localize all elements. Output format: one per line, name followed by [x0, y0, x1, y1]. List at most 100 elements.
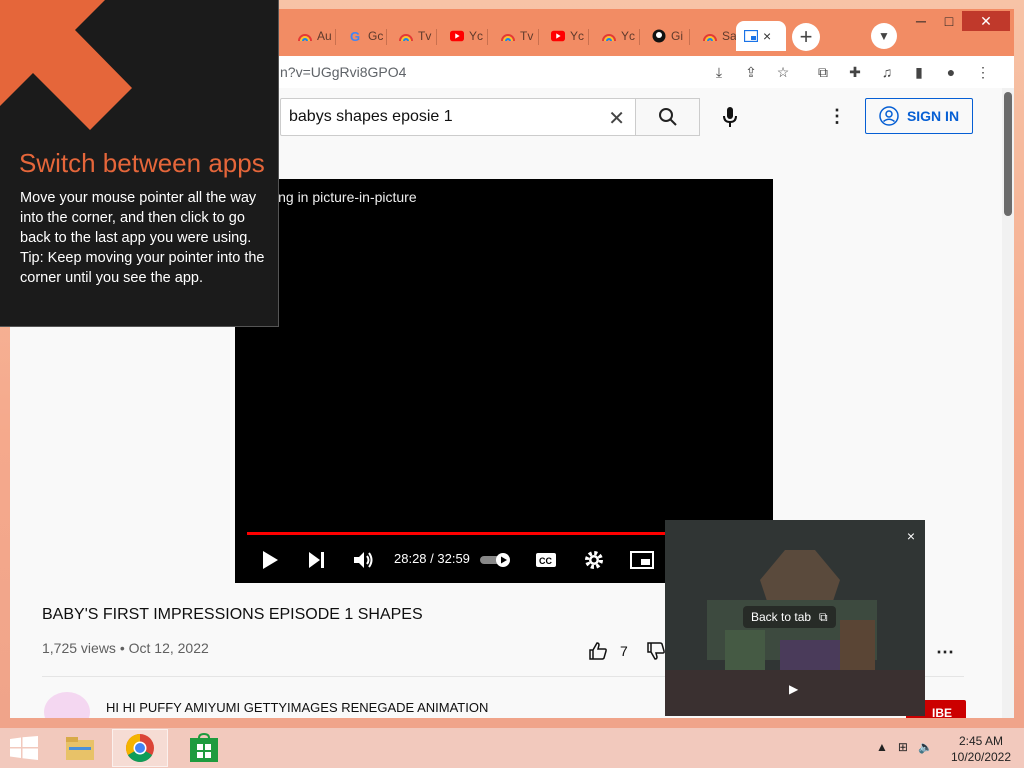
youtube-icon — [450, 29, 464, 43]
browser-tab[interactable]: Gi — [644, 21, 690, 51]
browser-tab[interactable]: Tv — [391, 21, 437, 51]
tab-active[interactable]: × — [736, 21, 786, 51]
show-hidden-icons-icon[interactable]: ▲ — [876, 740, 888, 754]
system-tray: ▲ ⊞ 🔈 — [876, 740, 933, 754]
play-icon[interactable] — [257, 547, 283, 573]
search-query: babys shapes eposie 1 — [289, 108, 453, 125]
tab-label: Yc — [621, 29, 636, 43]
switch-apps-tip: Switch between apps Move your mouse poin… — [0, 0, 279, 327]
channel-name[interactable]: HI HI PUFFY AMIYUMI GETTYIMAGES RENEGADE… — [106, 700, 488, 715]
address-bar[interactable]: n?v=UGgRvi8GPO4 — [280, 64, 406, 80]
folder-icon — [66, 737, 94, 760]
tab-label: Tv — [418, 29, 432, 43]
back-to-tab-label: Back to tab — [751, 610, 812, 624]
captions-icon[interactable]: CC — [533, 547, 559, 573]
install-icon[interactable]: ⤓ — [709, 62, 729, 82]
rainbow-icon — [703, 29, 717, 43]
sign-in-button[interactable]: SIGN IN — [865, 98, 973, 134]
side-panel-icon[interactable]: ▮ — [909, 62, 929, 82]
picture-in-picture-window[interactable]: × Back to tab ⧉ ▶ — [665, 520, 925, 716]
browser-tab[interactable]: Yc — [543, 21, 589, 51]
speaker-icon[interactable]: 🔈 — [918, 740, 933, 754]
tip-body: Move your mouse pointer all the way into… — [20, 188, 265, 288]
search-button[interactable] — [636, 98, 700, 136]
scrollbar-thumb[interactable] — [1004, 92, 1012, 216]
taskbar-store[interactable] — [176, 729, 232, 767]
windows-logo-icon — [10, 736, 38, 760]
taskbar-chrome[interactable] — [112, 729, 168, 767]
browser-tab[interactable]: Tv — [493, 21, 539, 51]
sign-in-label: SIGN IN — [906, 108, 960, 124]
tip-text-2: Tip: Keep moving your pointer into the c… — [20, 250, 265, 286]
tab-label: Gc — [368, 29, 384, 43]
maximize-button[interactable]: □ — [932, 11, 966, 31]
extensions-puzzle-icon[interactable]: ✚ — [845, 62, 865, 82]
tab-search-button[interactable]: ▼ — [871, 23, 897, 49]
search-icon — [658, 108, 677, 126]
extension-app-icon[interactable]: ⧉ — [813, 62, 833, 82]
next-icon[interactable] — [304, 547, 330, 573]
tab-close-icon[interactable]: × — [763, 28, 771, 44]
store-icon — [190, 733, 218, 762]
tab-separator — [689, 29, 690, 45]
clock-date: 10/20/2022 — [950, 750, 1012, 764]
microphone-icon — [723, 107, 737, 127]
chevron-down-icon: ▼ — [878, 29, 890, 43]
settings-menu-icon[interactable]: ⋮ — [828, 106, 846, 127]
voice-search-button[interactable] — [716, 103, 744, 131]
clock[interactable]: 2:45 AM 10/20/2022 — [944, 733, 1018, 765]
profile-icon[interactable]: ● — [941, 62, 961, 82]
like-count: 7 — [620, 643, 628, 659]
page-scrollbar[interactable] — [1002, 88, 1014, 718]
pip-close-icon[interactable]: × — [907, 528, 915, 544]
tab-separator — [335, 29, 336, 45]
media-control-icon[interactable]: ♫ — [877, 62, 897, 82]
browser-tab[interactable]: Au — [290, 21, 336, 51]
browser-tab[interactable]: Yc — [594, 21, 640, 51]
volume-icon[interactable] — [351, 547, 377, 573]
tab-label: Tv — [520, 29, 534, 43]
browser-tab[interactable]: G Gc — [341, 21, 387, 51]
tab-separator — [588, 29, 589, 45]
tip-text-1: Move your mouse pointer all the way into… — [20, 190, 257, 246]
tip-title: Switch between apps — [19, 148, 265, 178]
tab-separator — [538, 29, 539, 45]
pip-play-icon[interactable]: ▶ — [789, 682, 798, 696]
settings-gear-icon[interactable] — [581, 547, 607, 573]
network-icon[interactable]: ⊞ — [898, 740, 908, 754]
browser-tab[interactable]: Yc — [442, 21, 488, 51]
tab-separator — [386, 29, 387, 45]
corner-arrow-icon — [0, 0, 132, 130]
browser-tab[interactable]: Sa — [695, 21, 741, 51]
more-actions-icon[interactable]: ⋯ — [936, 642, 954, 663]
miniplayer-icon[interactable] — [629, 547, 655, 573]
tab-label: Gi — [671, 29, 683, 43]
like-button[interactable]: 7 — [588, 641, 666, 661]
rainbow-icon — [602, 29, 616, 43]
chrome-menu-icon[interactable]: ⋮ — [973, 62, 993, 82]
tab-separator — [436, 29, 437, 45]
thumbs-up-icon — [589, 642, 607, 660]
github-icon — [652, 29, 666, 43]
chrome-icon — [126, 734, 154, 762]
search-input[interactable]: babys shapes eposie 1 ✕ — [280, 98, 636, 136]
new-tab-button[interactable]: + — [792, 23, 820, 51]
bookmark-star-icon[interactable]: ☆ — [773, 62, 793, 82]
close-window-button[interactable]: ✕ — [962, 11, 1010, 31]
tab-label: Sa — [722, 29, 737, 43]
back-to-tab-button[interactable]: Back to tab ⧉ — [743, 606, 836, 628]
rainbow-icon — [298, 29, 312, 43]
clear-search-icon[interactable]: ✕ — [608, 106, 625, 131]
youtube-icon — [551, 29, 565, 43]
taskbar-file-explorer[interactable] — [52, 729, 108, 767]
rainbow-icon — [399, 29, 413, 43]
share-icon[interactable]: ⇪ — [741, 62, 761, 82]
picture-in-picture-icon — [744, 29, 758, 43]
start-button[interactable] — [10, 736, 38, 760]
autoplay-toggle[interactable] — [479, 547, 513, 573]
tab-separator — [639, 29, 640, 45]
tab-label: Yc — [570, 29, 585, 43]
tab-label: Au — [317, 29, 332, 43]
thumbs-down-icon[interactable] — [646, 641, 666, 661]
channel-avatar[interactable] — [44, 692, 90, 718]
